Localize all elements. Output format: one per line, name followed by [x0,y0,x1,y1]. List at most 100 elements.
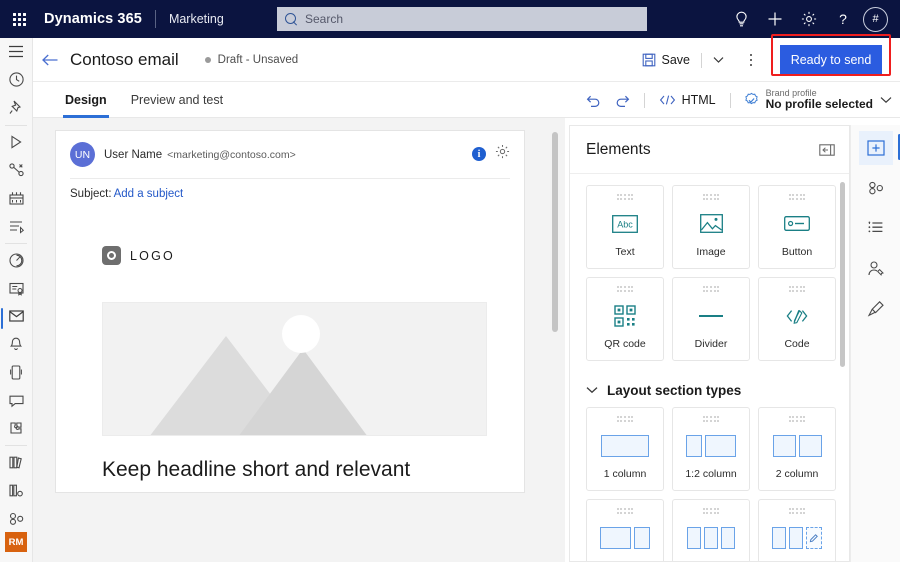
add-subject-link[interactable]: Add a subject [114,188,184,200]
canvas-scrollbar[interactable] [552,132,558,552]
sidebar-item-push[interactable] [0,330,33,358]
layout-label: 1:2 column [685,467,737,480]
sidebar-item-custom-channels[interactable] [0,414,33,442]
sidebar-item-mobile[interactable] [0,358,33,386]
sidebar-item-journeys[interactable] [0,156,33,184]
layout-card-3-column[interactable] [672,499,750,561]
sidebar-item-recent[interactable] [0,66,33,94]
html-button[interactable]: HTML [651,85,724,115]
logo-icon [102,246,121,265]
image-placeholder[interactable] [102,302,487,436]
question-icon[interactable]: ? [826,0,860,38]
sender-address: <marketing@contoso.com> [167,148,296,161]
tab-design[interactable]: Design [55,82,117,118]
layout-label: 2 column [775,467,819,480]
email-subject-row[interactable]: Subject: Add a subject [70,178,510,210]
email-canvas[interactable]: UN User Name <marketing@contoso.com> i S… [33,118,565,562]
redo-icon[interactable] [608,85,638,115]
logo-text: LOGO [130,248,175,263]
top-header: Dynamics 365 Marketing Search ? # [0,0,900,38]
collapse-pane-icon[interactable] [819,143,835,161]
editor-toolbar: HTML Brand profile No profile selected [578,82,896,118]
divider-icon [698,301,724,331]
email-settings-gear-icon[interactable] [495,144,510,164]
panel-scrollbar-thumb[interactable] [840,182,845,367]
drag-grip-icon [788,508,806,514]
app-root: Dynamics 365 Marketing Search ? # RM Con… [0,0,900,562]
plus-icon[interactable] [758,0,792,38]
element-card-divider[interactable]: Divider [672,277,750,361]
info-icon[interactable]: i [472,147,486,161]
sidebar-item-library[interactable] [0,449,33,477]
element-card-image[interactable]: Image [672,185,750,269]
sidebar-item-analytics[interactable] [0,247,33,275]
sidebar-item-pinned[interactable] [0,94,33,122]
email-logo-block[interactable]: LOGO [102,246,510,265]
element-label: Button [781,245,813,258]
drag-grip-icon [702,286,720,292]
rail-item-personalization[interactable] [859,251,893,285]
email-preview-card: UN User Name <marketing@contoso.com> i S… [55,130,525,493]
panel-scrollbar[interactable] [840,182,845,557]
sidebar-item-emails[interactable] [0,303,33,331]
element-card-button[interactable]: Button [758,185,836,269]
layout-card-custom[interactable] [758,499,836,561]
brand-profile-selector[interactable]: Brand profile No profile selected [737,83,896,117]
canvas-scrollbar-thumb[interactable] [552,132,558,332]
sidebar-item-segments[interactable] [0,184,33,212]
ready-to-send-button[interactable]: Ready to send [780,45,882,75]
elements-panel-title: Elements [586,140,651,158]
element-card-code[interactable]: Code [758,277,836,361]
layout-2-column-icon [772,431,822,461]
email-body[interactable]: LOGO Keep headline short and relevant [56,210,524,492]
element-card-text[interactable]: Abc Text [586,185,664,269]
layout-card-2-column[interactable]: 2 column [758,407,836,491]
email-headline[interactable]: Keep headline short and relevant [102,458,510,492]
lightbulb-icon[interactable] [724,0,758,38]
command-bar-actions: Save Ready to send [637,34,893,82]
sidebar-badge[interactable]: RM [5,532,27,553]
drag-grip-icon [616,508,634,514]
layout-2-1-column-icon [600,523,650,553]
html-label: HTML [681,93,716,107]
elements-panel: Elements Abc Text Image Button QR code D… [569,125,850,562]
elements-panel-body[interactable]: Abc Text Image Button QR code Divider Co… [570,175,849,561]
sidebar-item-hamburger[interactable] [0,38,33,66]
sidebar-item-text-messages[interactable] [0,386,33,414]
more-commands-button[interactable] [738,46,764,74]
save-options-chevron-down-icon[interactable] [708,46,728,74]
sidebar-item-forms[interactable] [0,212,33,240]
layout-section-title: Layout section types [607,382,742,398]
app-launcher-icon[interactable] [0,0,38,38]
element-label: QR code [604,337,646,350]
pencil-icon [809,533,818,542]
avatar[interactable]: # [863,6,888,32]
rail-item-elements[interactable] [858,131,900,165]
status-badge: Draft - Unsaved [204,54,298,66]
layout-label: 1 column [603,467,647,480]
layout-section-header[interactable]: Layout section types [570,373,849,407]
elements-panel-header: Elements [570,126,849,174]
drag-grip-icon [616,286,634,292]
rail-item-content[interactable] [859,211,893,245]
gear-icon[interactable] [792,0,826,38]
drag-grip-icon [788,194,806,200]
back-arrow-icon[interactable] [33,38,67,82]
layout-card-1-2-column[interactable]: 1:2 column [672,407,750,491]
element-card-qr-code[interactable]: QR code [586,277,664,361]
rail-item-styles[interactable] [859,291,893,325]
search-input[interactable]: Search [277,7,647,31]
image-icon [699,209,723,239]
sidebar-item-assets[interactable] [0,477,33,505]
undo-icon[interactable] [578,85,608,115]
qr-code-icon [614,301,636,331]
layout-card-1-column[interactable]: 1 column [586,407,664,491]
save-button[interactable]: Save [637,46,696,74]
sidebar-item-audience[interactable] [0,504,33,532]
rail-item-audience[interactable] [859,171,893,205]
sidebar-item-compliance[interactable] [0,275,33,303]
sidebar-item-get-started[interactable] [0,128,33,156]
drag-grip-icon [788,416,806,422]
tab-preview-and-test[interactable]: Preview and test [121,82,233,118]
layout-card-2-1-column[interactable] [586,499,664,561]
